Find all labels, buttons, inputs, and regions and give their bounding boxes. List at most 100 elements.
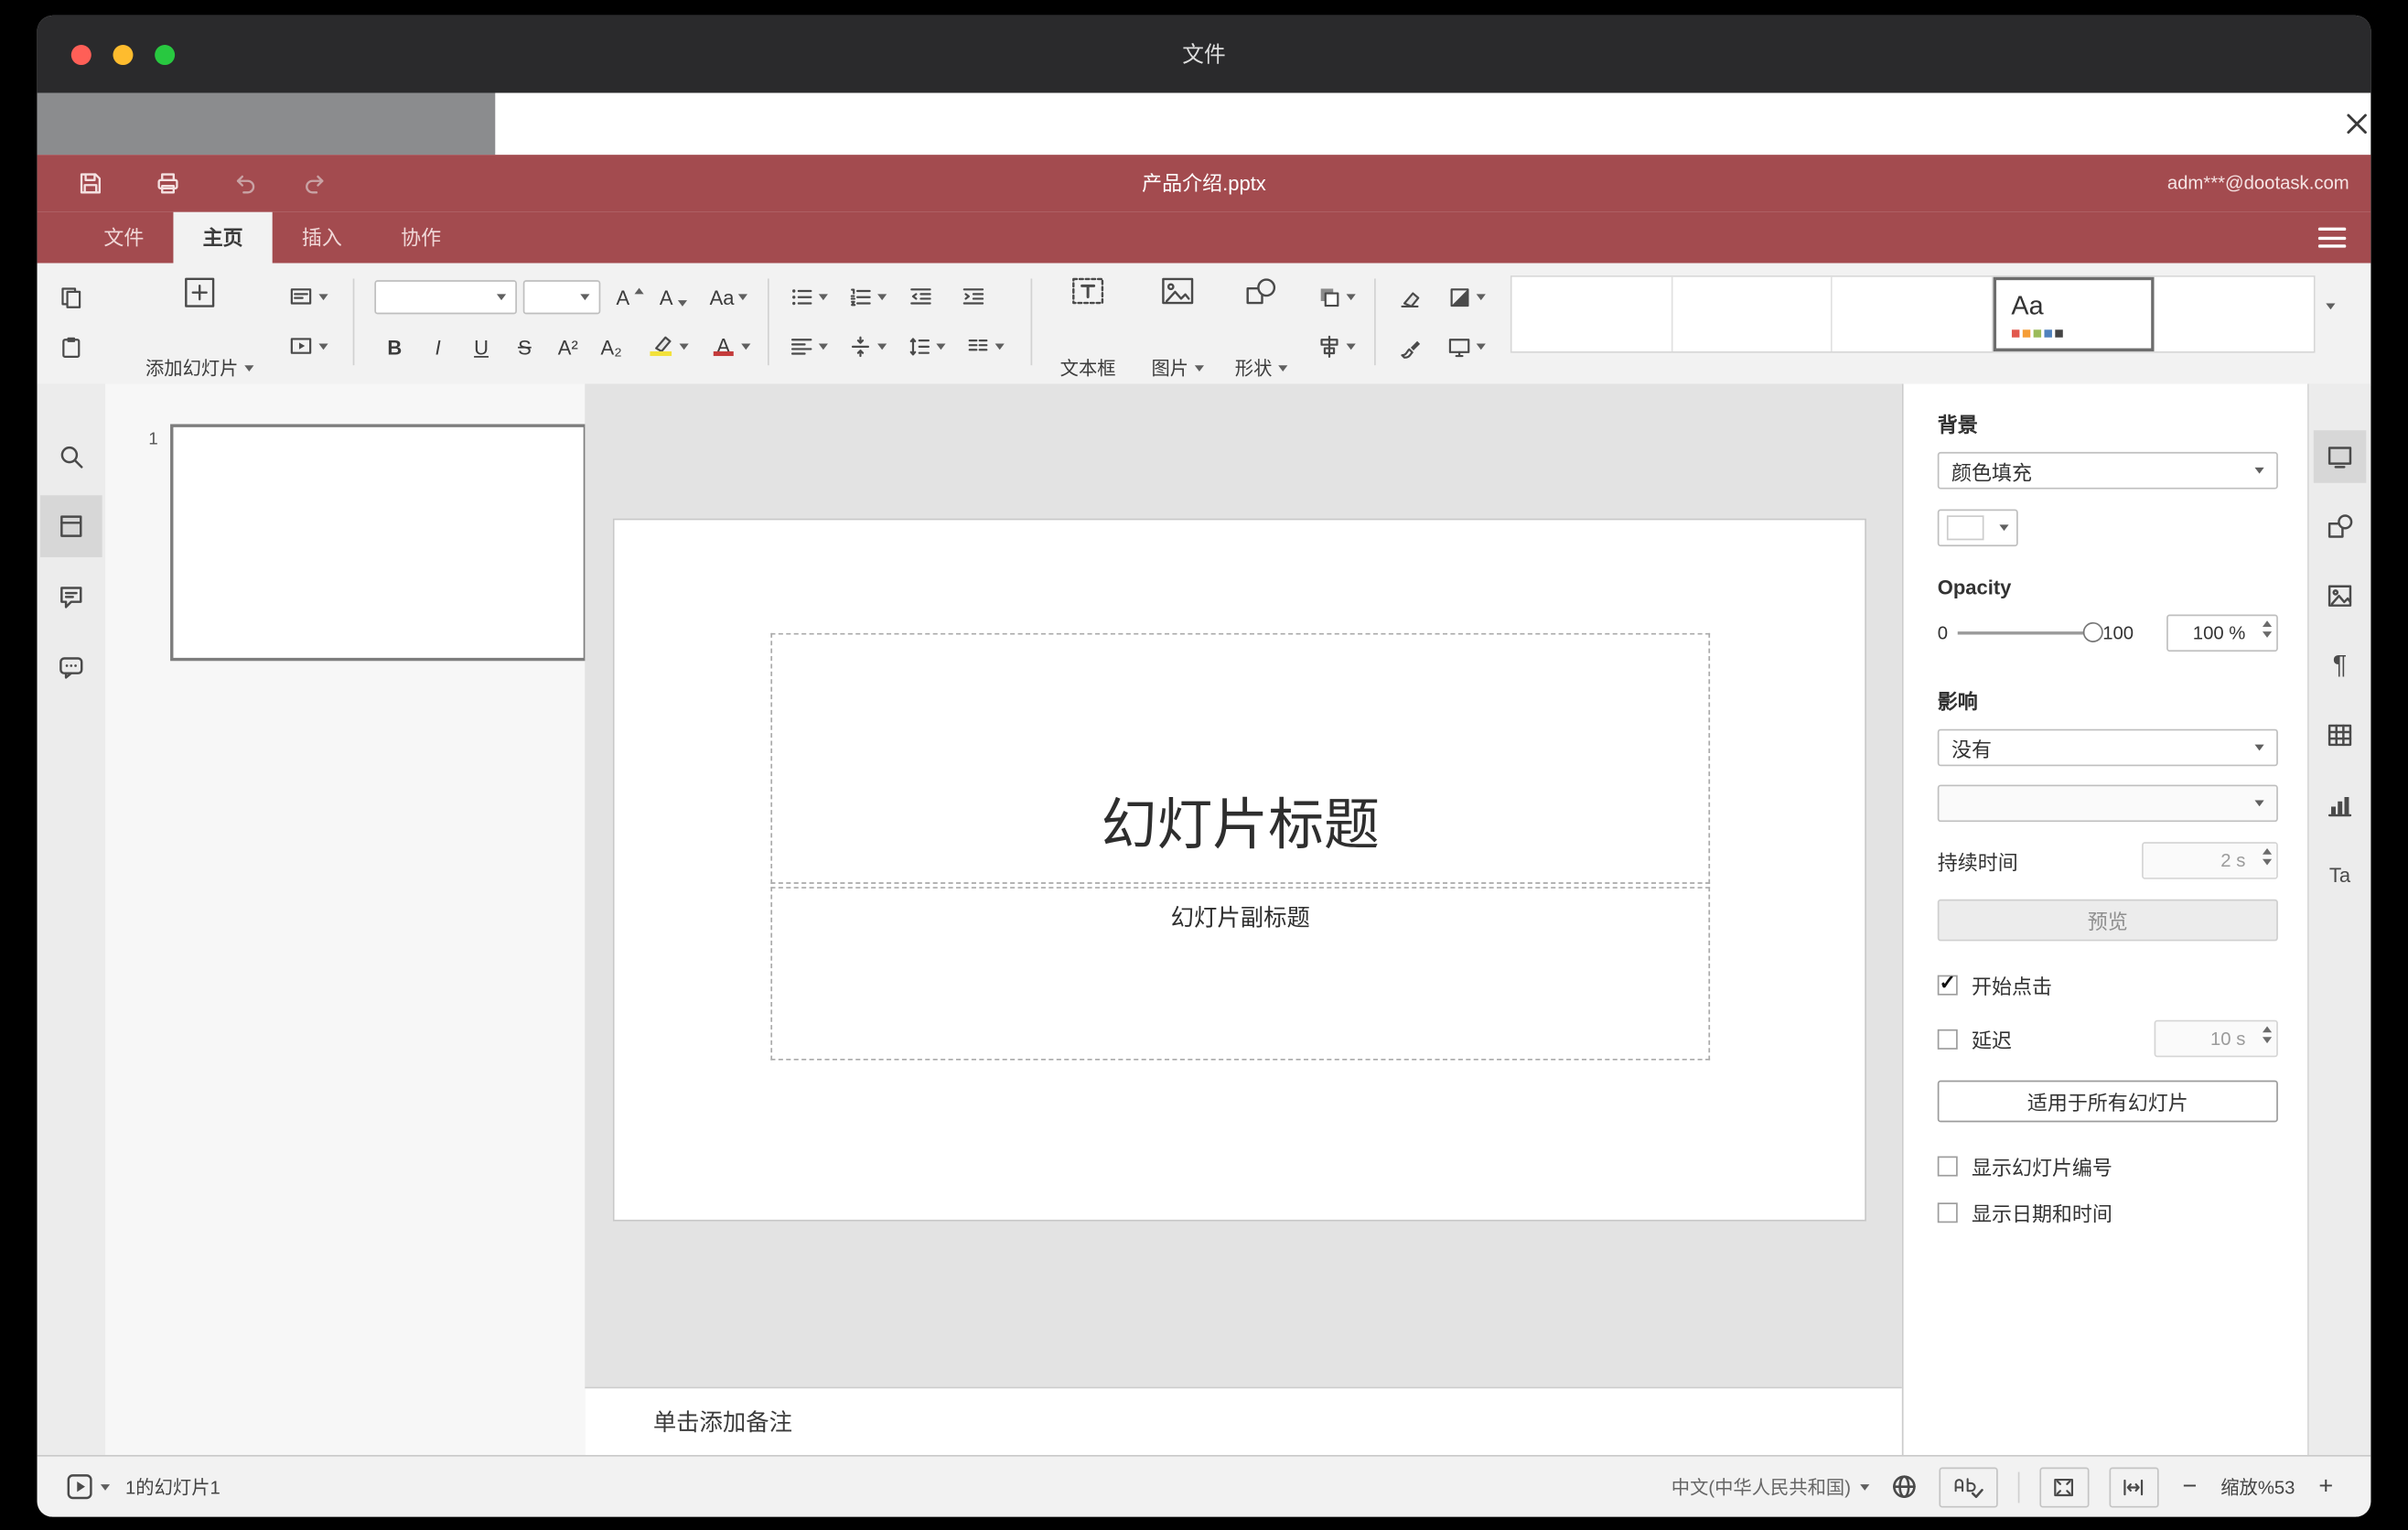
strikethrough-button[interactable]: S	[504, 327, 544, 367]
fit-width-button[interactable]	[2109, 1466, 2159, 1507]
table-settings-button[interactable]	[2314, 709, 2367, 762]
show-date-checkbox[interactable]: 显示日期和时间	[1937, 1198, 2278, 1227]
subscript-button[interactable]: A₂	[591, 327, 631, 367]
align-shape-button[interactable]	[1309, 327, 1362, 367]
theme-thumbnail-selected[interactable]: Aa	[1993, 276, 2154, 351]
bold-button[interactable]: B	[374, 327, 414, 367]
theme-thumbnail-3[interactable]	[1832, 276, 1994, 351]
highlight-icon	[649, 333, 674, 361]
numbering-button[interactable]	[842, 277, 891, 318]
close-traffic-button[interactable]	[70, 45, 91, 66]
search-panel-button[interactable]	[40, 426, 102, 488]
spin-down-icon[interactable]	[2262, 1037, 2273, 1044]
paragraph-settings-button[interactable]: ¶	[2314, 640, 2367, 693]
increase-font-button[interactable]: A	[609, 277, 650, 318]
font-color-button[interactable]: A	[703, 327, 758, 367]
slide-size-button[interactable]	[1439, 327, 1492, 367]
decrease-indent-button[interactable]	[900, 277, 941, 318]
spin-up-icon[interactable]	[2262, 1026, 2273, 1033]
duration-spinner[interactable]: 2 s	[2142, 842, 2278, 879]
start-slideshow-status-button[interactable]	[65, 1472, 111, 1502]
subtitle-placeholder[interactable]: 幻灯片副标题	[770, 887, 1711, 1061]
shape-fill-button[interactable]	[1439, 277, 1492, 318]
spin-down-icon[interactable]	[2262, 858, 2273, 866]
delay-checkbox[interactable]: 延迟	[1937, 1024, 2012, 1053]
underline-button[interactable]: U	[461, 327, 501, 367]
document-title: 产品介绍.pptx	[1142, 171, 1266, 196]
theme-gallery-expand-button[interactable]	[2326, 303, 2336, 337]
checkbox-icon[interactable]	[1937, 1156, 1958, 1177]
chat-panel-button[interactable]	[40, 636, 102, 698]
apply-to-all-button[interactable]: 适用于所有幻灯片	[1937, 1080, 2278, 1123]
theme-thumbnail-1[interactable]	[1511, 276, 1672, 351]
show-slide-number-checkbox[interactable]: 显示幻灯片编号	[1937, 1151, 2278, 1180]
fit-slide-button[interactable]	[2039, 1466, 2090, 1507]
checkbox-icon[interactable]	[1937, 1202, 1958, 1223]
change-case-button[interactable]: Aa	[700, 277, 758, 318]
title-placeholder[interactable]: 幻灯片标题	[770, 632, 1711, 884]
zoom-out-button[interactable]: −	[2179, 1472, 2201, 1500]
tab-home[interactable]: 主页	[173, 211, 273, 264]
tab-insert[interactable]: 插入	[273, 212, 371, 264]
chart-settings-button[interactable]	[2314, 779, 2367, 832]
copy-style-button[interactable]	[1390, 327, 1430, 367]
notes-area[interactable]: 单击添加备注	[585, 1386, 1902, 1456]
highlight-color-button[interactable]	[640, 327, 696, 367]
insert-image-button[interactable]: 图片	[1139, 269, 1217, 390]
arrange-shape-button[interactable]	[1309, 277, 1362, 318]
clear-style-button[interactable]	[1390, 277, 1430, 318]
add-slide-button[interactable]: 添加幻灯片	[124, 269, 275, 390]
slide[interactable]: 幻灯片标题 幻灯片副标题	[612, 518, 1866, 1222]
bullets-button[interactable]	[783, 277, 833, 318]
columns-button[interactable]	[960, 327, 1009, 367]
start-slideshow-button[interactable]	[282, 327, 335, 367]
slide-thumbnail[interactable]	[170, 424, 587, 662]
spellcheck-button[interactable]	[1939, 1466, 1998, 1507]
horizontal-align-button[interactable]	[783, 327, 833, 367]
opacity-slider[interactable]	[1957, 621, 2103, 642]
tab-file[interactable]: 文件	[74, 212, 173, 264]
vertical-align-button[interactable]	[842, 327, 891, 367]
minimize-traffic-button[interactable]	[113, 45, 134, 66]
decrease-font-button[interactable]: A	[653, 277, 693, 318]
font-size-combobox[interactable]	[522, 280, 601, 315]
preview-button[interactable]: 预览	[1937, 899, 2278, 942]
line-spacing-button[interactable]	[900, 327, 950, 367]
comments-panel-button[interactable]	[40, 566, 102, 629]
theme-thumbnail-2[interactable]	[1672, 276, 1833, 351]
image-settings-button[interactable]	[2314, 569, 2367, 622]
tab-collaboration[interactable]: 协作	[371, 212, 470, 264]
textart-settings-button[interactable]: Ta	[2314, 848, 2367, 901]
slide-layout-button[interactable]	[282, 277, 335, 318]
set-language-button[interactable]	[1889, 1472, 1919, 1502]
zoom-traffic-button[interactable]	[155, 45, 176, 66]
effect-select[interactable]: 没有	[1937, 728, 2278, 767]
opacity-spinner[interactable]: 100 %	[2166, 614, 2278, 652]
spin-down-icon[interactable]	[2262, 631, 2273, 638]
checkbox-icon[interactable]	[1937, 1029, 1958, 1049]
spin-up-icon[interactable]	[2262, 847, 2273, 855]
paste-button[interactable]	[53, 327, 91, 367]
opacity-slider-knob[interactable]	[2082, 621, 2103, 642]
language-selector[interactable]: 中文(中华人民共和国)	[1672, 1473, 1870, 1500]
increase-indent-button[interactable]	[953, 277, 994, 318]
font-name-combobox[interactable]	[374, 280, 517, 315]
fill-type-select[interactable]: 颜色填充	[1937, 451, 2278, 490]
insert-shape-button[interactable]: 形状	[1222, 269, 1300, 390]
slides-panel-button[interactable]	[39, 495, 102, 557]
effect-option-select[interactable]	[1937, 784, 2278, 823]
superscript-button[interactable]: A²	[548, 327, 588, 367]
fill-color-select[interactable]	[1937, 509, 2018, 547]
menu-hamburger-icon[interactable]	[2317, 227, 2347, 248]
slide-settings-button[interactable]	[2313, 430, 2367, 483]
copy-button[interactable]	[53, 277, 91, 318]
shape-settings-button[interactable]	[2314, 500, 2367, 553]
start-on-click-checkbox[interactable]: 开始点击	[1937, 971, 2278, 1000]
checkbox-checked-icon[interactable]	[1937, 971, 1958, 996]
zoom-in-button[interactable]: +	[2315, 1472, 2337, 1500]
italic-button[interactable]: I	[418, 327, 458, 367]
close-preview-button[interactable]	[2338, 105, 2371, 143]
insert-textbox-button[interactable]: 文本框	[1046, 269, 1129, 390]
delay-spinner[interactable]: 10 s	[2154, 1019, 2278, 1058]
spin-up-icon[interactable]	[2262, 620, 2273, 628]
